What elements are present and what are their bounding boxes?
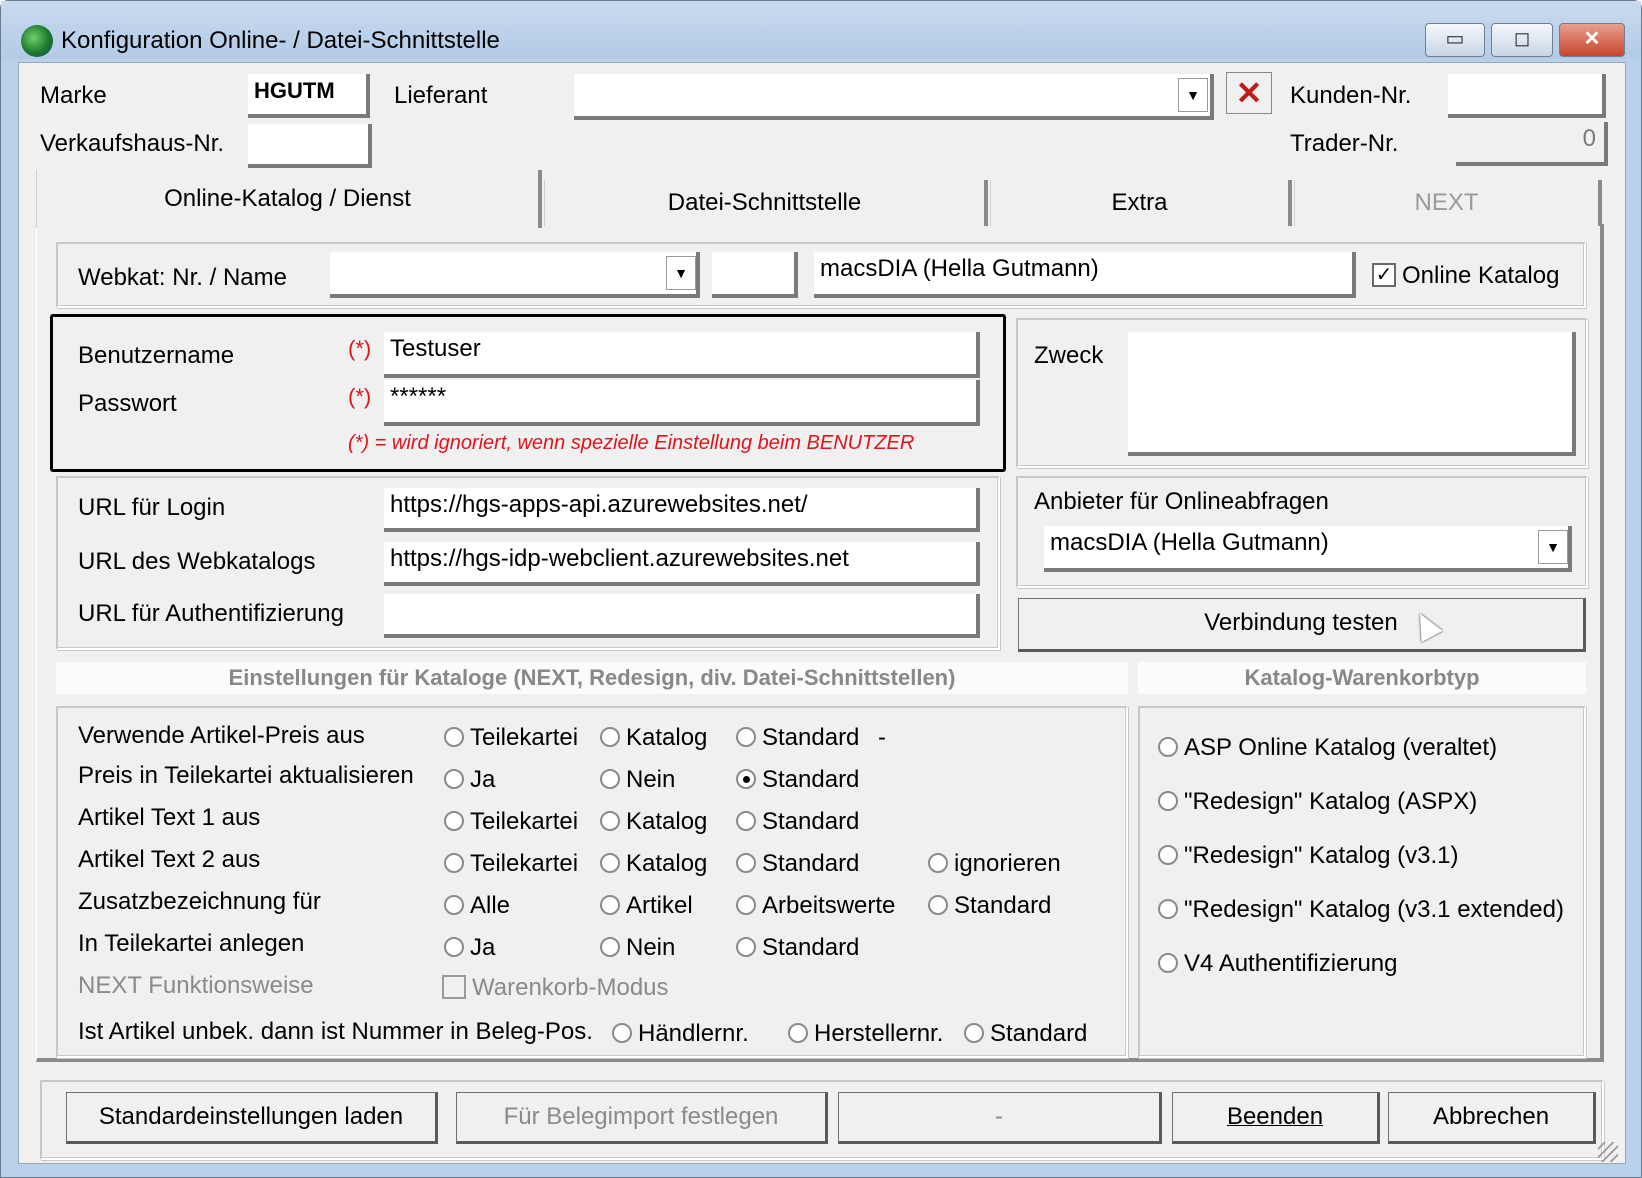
url-webkatalog-label: URL des Webkatalogs bbox=[78, 548, 316, 575]
lieferant-dropdown-arrow[interactable]: ▼ bbox=[1178, 78, 1208, 112]
benutzername-required-mark: (*) bbox=[348, 336, 372, 361]
webkat-name-field[interactable]: macsDIA (Hella Gutmann) bbox=[814, 252, 1356, 298]
close-button[interactable]: ✕ bbox=[1559, 23, 1625, 57]
window-title: Konfiguration Online- / Datei-Schnittste… bbox=[61, 27, 500, 54]
radio-option[interactable]: Ja bbox=[444, 934, 495, 962]
setting-suffix: - bbox=[878, 724, 886, 751]
next-funktionsweise-label: NEXT Funktionsweise bbox=[78, 972, 314, 999]
credentials-note: (*) = wird ignoriert, wenn spezielle Ein… bbox=[348, 432, 915, 454]
checkmark-icon: ✓ bbox=[1372, 262, 1396, 287]
abbrechen-button[interactable]: Abbrechen bbox=[1388, 1092, 1596, 1144]
tab-online-katalog[interactable]: Online-Katalog / Dienst bbox=[36, 170, 542, 228]
radio-option[interactable]: Herstellernr. bbox=[788, 1020, 943, 1048]
setting-label: Preis in Teilekartei aktualisieren bbox=[78, 762, 414, 789]
radio-option[interactable]: Katalog bbox=[600, 724, 707, 752]
benutzername-label: Benutzername bbox=[78, 342, 235, 369]
anbieter-select[interactable]: macsDIA (Hella Gutmann) bbox=[1044, 526, 1572, 572]
warenkorb-header: Katalog-Warenkorbtyp bbox=[1138, 662, 1586, 694]
setting-label: Zusatzbezeichnung für bbox=[78, 888, 321, 915]
anbieter-label: Anbieter für Onlineabfragen bbox=[1034, 488, 1329, 515]
marke-field[interactable]: HGUTM bbox=[248, 74, 370, 118]
radio-option[interactable]: Standard bbox=[736, 808, 859, 836]
warenkorb-option[interactable]: V4 Authentifizierung bbox=[1158, 950, 1397, 978]
webkat-label: Webkat: Nr. / Name bbox=[78, 264, 287, 291]
url-login-label: URL für Login bbox=[78, 494, 226, 521]
settings-panel bbox=[56, 706, 1128, 1058]
beenden-button[interactable]: Beenden bbox=[1172, 1092, 1380, 1144]
resize-grip-icon[interactable] bbox=[1598, 1142, 1618, 1162]
radio-option[interactable]: Nein bbox=[600, 934, 675, 962]
radio-option[interactable]: Arbeitswerte bbox=[736, 892, 895, 920]
trader-nr-label: Trader-Nr. bbox=[1290, 130, 1399, 157]
minimize-button[interactable]: ▭ bbox=[1425, 23, 1485, 57]
passwort-field[interactable]: ****** bbox=[384, 380, 980, 426]
warenkorb-option[interactable]: "Redesign" Katalog (v3.1) bbox=[1158, 842, 1459, 870]
radio-option[interactable]: Teilekartei bbox=[444, 724, 578, 752]
radio-option[interactable]: Händlernr. bbox=[612, 1020, 749, 1048]
radio-option[interactable]: ignorieren bbox=[928, 850, 1061, 878]
tab-extra[interactable]: Extra bbox=[990, 180, 1292, 226]
tab-datei-schnittstelle[interactable]: Datei-Schnittstelle bbox=[544, 180, 988, 226]
webkat-nr-select[interactable] bbox=[330, 252, 700, 298]
radio-option[interactable]: Standard bbox=[928, 892, 1051, 920]
benutzername-field[interactable]: Testuser bbox=[384, 332, 980, 378]
online-katalog-label: Online Katalog bbox=[1402, 262, 1560, 289]
kunden-nr-label: Kunden-Nr. bbox=[1290, 82, 1412, 109]
radio-option-selected[interactable]: Standard bbox=[736, 766, 859, 794]
belegimport-button[interactable]: Für Belegimport festlegen bbox=[456, 1092, 828, 1144]
trader-nr-field: 0 bbox=[1456, 122, 1608, 166]
radio-option[interactable]: Standard bbox=[736, 934, 859, 962]
unbek-label: Ist Artikel unbek. dann ist Nummer in Be… bbox=[78, 1018, 593, 1045]
url-webkatalog-field[interactable]: https://hgs-idp-webclient.azurewebsites.… bbox=[384, 542, 980, 586]
maximize-button[interactable]: ◻ bbox=[1491, 23, 1553, 57]
radio-option[interactable]: Standard bbox=[964, 1020, 1087, 1048]
webkat-dropdown-arrow[interactable]: ▼ bbox=[666, 256, 696, 290]
verkaufshaus-field[interactable] bbox=[248, 124, 372, 168]
radio-option[interactable]: Standard bbox=[736, 724, 859, 752]
zweck-field[interactable] bbox=[1128, 332, 1576, 456]
kunden-nr-field[interactable] bbox=[1448, 74, 1606, 118]
url-auth-field[interactable] bbox=[384, 594, 980, 638]
passwort-label: Passwort bbox=[78, 390, 177, 417]
clear-lieferant-button[interactable]: ✕ bbox=[1226, 72, 1272, 114]
warenkorb-modus-label: Warenkorb-Modus bbox=[472, 974, 669, 1001]
radio-option[interactable]: Alle bbox=[444, 892, 510, 920]
anbieter-dropdown-arrow[interactable]: ▼ bbox=[1538, 530, 1568, 564]
zweck-label: Zweck bbox=[1034, 342, 1104, 369]
title-bar: Konfiguration Online- / Datei-Schnittste… bbox=[1, 1, 1641, 59]
warenkorb-option[interactable]: ASP Online Katalog (veraltet) bbox=[1158, 734, 1497, 762]
online-katalog-checkbox[interactable]: ✓ Online Katalog bbox=[1372, 262, 1559, 290]
marke-label: Marke bbox=[40, 82, 107, 109]
warenkorb-option[interactable]: "Redesign" Katalog (ASPX) bbox=[1158, 788, 1477, 816]
url-login-field[interactable]: https://hgs-apps-api.azurewebsites.net/ bbox=[384, 488, 980, 532]
lieferant-select[interactable] bbox=[574, 74, 1214, 120]
url-auth-label: URL für Authentifizierung bbox=[78, 600, 344, 627]
settings-header: Einstellungen für Kataloge (NEXT, Redesi… bbox=[56, 662, 1128, 694]
verkaufshaus-label: Verkaufshaus-Nr. bbox=[40, 130, 225, 157]
passwort-required-mark: (*) bbox=[348, 384, 372, 409]
radio-option[interactable]: Ja bbox=[444, 766, 495, 794]
radio-option[interactable]: Artikel bbox=[600, 892, 693, 920]
radio-option[interactable]: Katalog bbox=[600, 808, 707, 836]
standardeinstellungen-button[interactable]: Standardeinstellungen laden bbox=[66, 1092, 438, 1144]
tab-next[interactable]: NEXT bbox=[1294, 180, 1602, 226]
globe-icon bbox=[21, 25, 53, 57]
webkat-short-field[interactable] bbox=[712, 252, 798, 298]
radio-option[interactable]: Nein bbox=[600, 766, 675, 794]
warenkorb-modus-checkbox[interactable]: Warenkorb-Modus bbox=[442, 974, 669, 1002]
warenkorb-option[interactable]: "Redesign" Katalog (v3.1 extended) bbox=[1158, 896, 1564, 924]
radio-option[interactable]: Teilekartei bbox=[444, 850, 578, 878]
verbindung-testen-button[interactable]: Verbindung testen bbox=[1018, 598, 1586, 652]
radio-option[interactable]: Katalog bbox=[600, 850, 707, 878]
dash-button[interactable]: - bbox=[838, 1092, 1162, 1144]
setting-label: Artikel Text 1 aus bbox=[78, 804, 261, 831]
setting-label: Verwende Artikel-Preis aus bbox=[78, 722, 365, 749]
setting-label: In Teilekartei anlegen bbox=[78, 930, 305, 957]
setting-label: Artikel Text 2 aus bbox=[78, 846, 261, 873]
radio-option[interactable]: Teilekartei bbox=[444, 808, 578, 836]
lieferant-label: Lieferant bbox=[394, 82, 488, 109]
radio-option[interactable]: Standard bbox=[736, 850, 859, 878]
